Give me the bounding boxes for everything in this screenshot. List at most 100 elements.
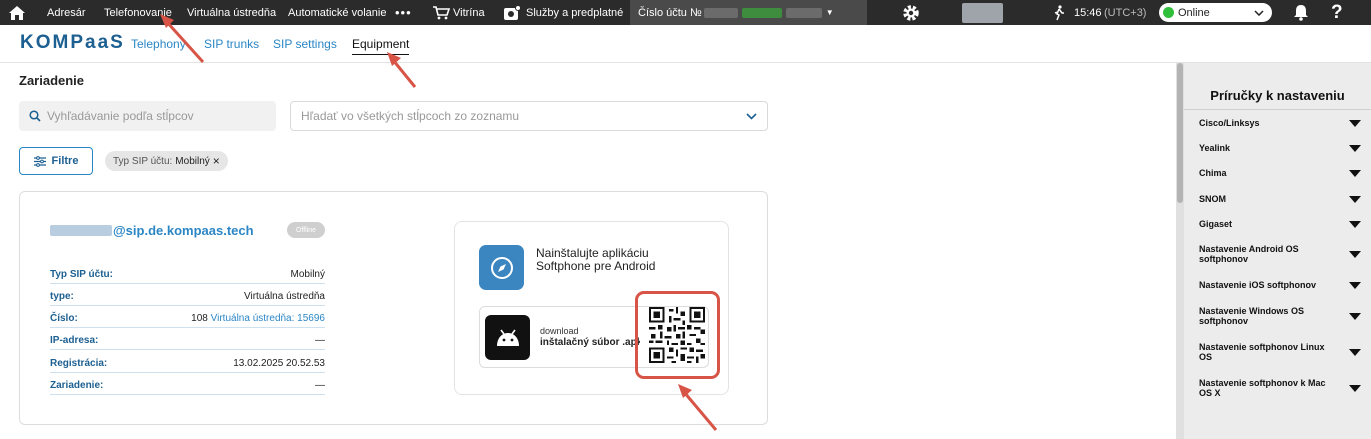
search-all-select[interactable] — [290, 101, 768, 131]
sidebar-item-cisco[interactable]: Cisco/Linksys — [1199, 118, 1361, 128]
caret-down-icon — [1349, 220, 1361, 228]
android-icon — [485, 315, 530, 360]
nav-virtualna-ustredna[interactable]: Virtuálna ústredňa — [187, 0, 276, 25]
home-icon[interactable] — [6, 0, 28, 25]
top-bar: Adresár Telefonovanie Virtuálna ústredňa… — [0, 0, 1371, 25]
info-value: Mobilný — [290, 269, 325, 280]
sidebar-item-chima[interactable]: Chima — [1199, 168, 1361, 178]
info-label: Číslo: — [50, 313, 78, 324]
sidebar-item-windows[interactable]: Nastavenie Windows OS softphonov — [1199, 306, 1361, 326]
sidebar-item-android[interactable]: Nastavenie Android OS softphonov — [1199, 244, 1361, 264]
walking-person-icon — [1052, 0, 1066, 25]
filter-chip: Typ SIP účtu: Mobilný × — [105, 151, 228, 171]
info-label: IP-adresa: — [50, 335, 99, 346]
info-label: Zariadenie: — [50, 380, 104, 391]
sidebar-item-gigaset[interactable]: Gigaset — [1199, 219, 1361, 229]
account-balance-redacted — [741, 7, 782, 18]
sip-address: @sip.de.kompaas.tech — [50, 223, 254, 238]
chip-key: Typ SIP účtu: — [113, 155, 173, 167]
info-label: Typ SIP účtu: — [50, 269, 113, 280]
column-search-input[interactable] — [47, 109, 257, 123]
status-select[interactable]: Online — [1159, 3, 1272, 22]
chip-value: Mobilný — [175, 155, 210, 167]
info-value: 13.02.2025 20.52.53 — [233, 358, 325, 369]
filters-button[interactable]: Filtre — [19, 147, 93, 175]
nav-automaticke-volanie[interactable]: Automatické volanie — [288, 0, 386, 25]
tab-telephony[interactable]: Telephony — [131, 37, 186, 51]
sip-username-redacted — [50, 225, 112, 236]
avatar[interactable] — [962, 3, 1003, 23]
caret-down-icon — [1349, 144, 1361, 152]
sidebar-item-snom[interactable]: SNOM — [1199, 194, 1361, 204]
info-value: — — [315, 380, 325, 391]
sidebar-item-label: Nastavenie iOS softphonov — [1199, 280, 1317, 290]
page-title: Zariadenie — [19, 73, 85, 88]
sidebar-item-label: Chima — [1199, 168, 1227, 178]
scrollbar-thumb[interactable] — [1177, 63, 1183, 203]
info-label: Registrácia: — [50, 358, 108, 369]
sidebar-item-macos[interactable]: Nastavenie softphonov k Mac OS X — [1199, 378, 1361, 398]
info-row-number: Číslo: 108 Virtuálna ústredňa: 15696 — [50, 306, 325, 328]
caret-down-icon — [1349, 169, 1361, 177]
cart-icon[interactable] — [432, 0, 450, 25]
help-icon[interactable]: ? — [1331, 0, 1343, 25]
app-install-text: Nainštalujte aplikáciu Softphone pre And… — [536, 247, 655, 273]
download-label: download — [540, 326, 579, 336]
info-row-sip-type: Typ SIP účtu: Mobilný — [50, 262, 325, 284]
chevron-down-icon — [746, 112, 757, 120]
sip-domain: @sip.de.kompaas.tech — [113, 223, 254, 238]
info-label: type: — [50, 291, 74, 302]
sidebar-item-label: Nastavenie softphonov k Mac OS X — [1199, 378, 1326, 398]
download-apk-link[interactable]: inštalačný súbor .apk — [540, 337, 640, 348]
qr-highlight-frame — [635, 291, 720, 379]
search-icon — [29, 110, 41, 122]
nav-vitrina[interactable]: Vitrína — [453, 0, 485, 25]
sidebar-item-label: Yealink — [1199, 143, 1231, 153]
info-value: 108 — [191, 313, 208, 324]
info-value-group: 108 Virtuálna ústredňa: 15696 — [191, 313, 325, 324]
account-selector[interactable]: Číslo účtu № ▼ — [630, 0, 867, 25]
sidebar-item-yealink[interactable]: Yealink — [1199, 143, 1361, 153]
divider — [1184, 109, 1371, 110]
filters-label: Filtre — [51, 155, 79, 167]
close-icon[interactable]: × — [213, 154, 220, 168]
column-search[interactable] — [19, 101, 276, 131]
bell-icon[interactable] — [1293, 0, 1309, 25]
caret-down-icon — [1349, 384, 1361, 392]
nav-telefonovanie[interactable]: Telefonovanie — [104, 0, 172, 25]
sidebar-item-label: Cisco/Linksys — [1199, 118, 1260, 128]
sidebar-item-ios[interactable]: Nastavenie iOS softphonov — [1199, 280, 1361, 290]
caret-down-icon — [1349, 348, 1361, 356]
services-icon[interactable] — [503, 0, 521, 25]
sidebar-item-label: SNOM — [1199, 194, 1226, 204]
info-row-type: type: Virtuálna ústredňa — [50, 284, 325, 306]
account-label: Číslo účtu № — [638, 6, 702, 19]
more-menu-icon[interactable]: ••• — [395, 0, 412, 25]
info-value: — — [315, 335, 325, 346]
chevron-down-icon: ▼ — [825, 8, 834, 17]
info-row-registration: Registrácia: 13.02.2025 20.52.53 — [50, 351, 325, 373]
online-dot-icon — [1163, 7, 1174, 18]
sidebar-title: Príručky k nastaveniu — [1210, 88, 1345, 103]
softphone-app-icon — [479, 245, 524, 290]
nav-adresar[interactable]: Adresár — [47, 0, 86, 25]
sub-nav: KOMPaaS Telephony SIP trunks SIP setting… — [0, 25, 1371, 63]
sidebar-item-label: Nastavenie Android OS softphonov — [1199, 244, 1299, 264]
caret-down-icon — [1349, 281, 1361, 289]
sidebar-item-label: Nastavenie Windows OS softphonov — [1199, 306, 1304, 326]
caret-down-icon — [1349, 250, 1361, 258]
search-all-input[interactable] — [301, 109, 721, 123]
gear-icon[interactable] — [901, 0, 921, 25]
pbx-link[interactable]: Virtuálna ústredňa: 15696 — [211, 313, 325, 324]
chevron-down-icon — [1254, 9, 1264, 16]
sidebar-item-label: Nastavenie softphonov Linux OS — [1199, 342, 1325, 362]
nav-sluzby[interactable]: Služby a predplatné — [526, 0, 623, 25]
app-install-line2: Softphone pre Android — [536, 259, 656, 273]
tab-sip-settings[interactable]: SIP settings — [273, 37, 337, 51]
account-number-redacted — [703, 7, 738, 18]
clock-time: 15:46 — [1074, 6, 1102, 19]
sidebar-item-linux[interactable]: Nastavenie softphonov Linux OS — [1199, 342, 1361, 362]
timezone: (UTC+3) — [1104, 6, 1147, 19]
tab-equipment[interactable]: Equipment — [352, 37, 410, 55]
tab-sip-trunks[interactable]: SIP trunks — [204, 37, 259, 51]
